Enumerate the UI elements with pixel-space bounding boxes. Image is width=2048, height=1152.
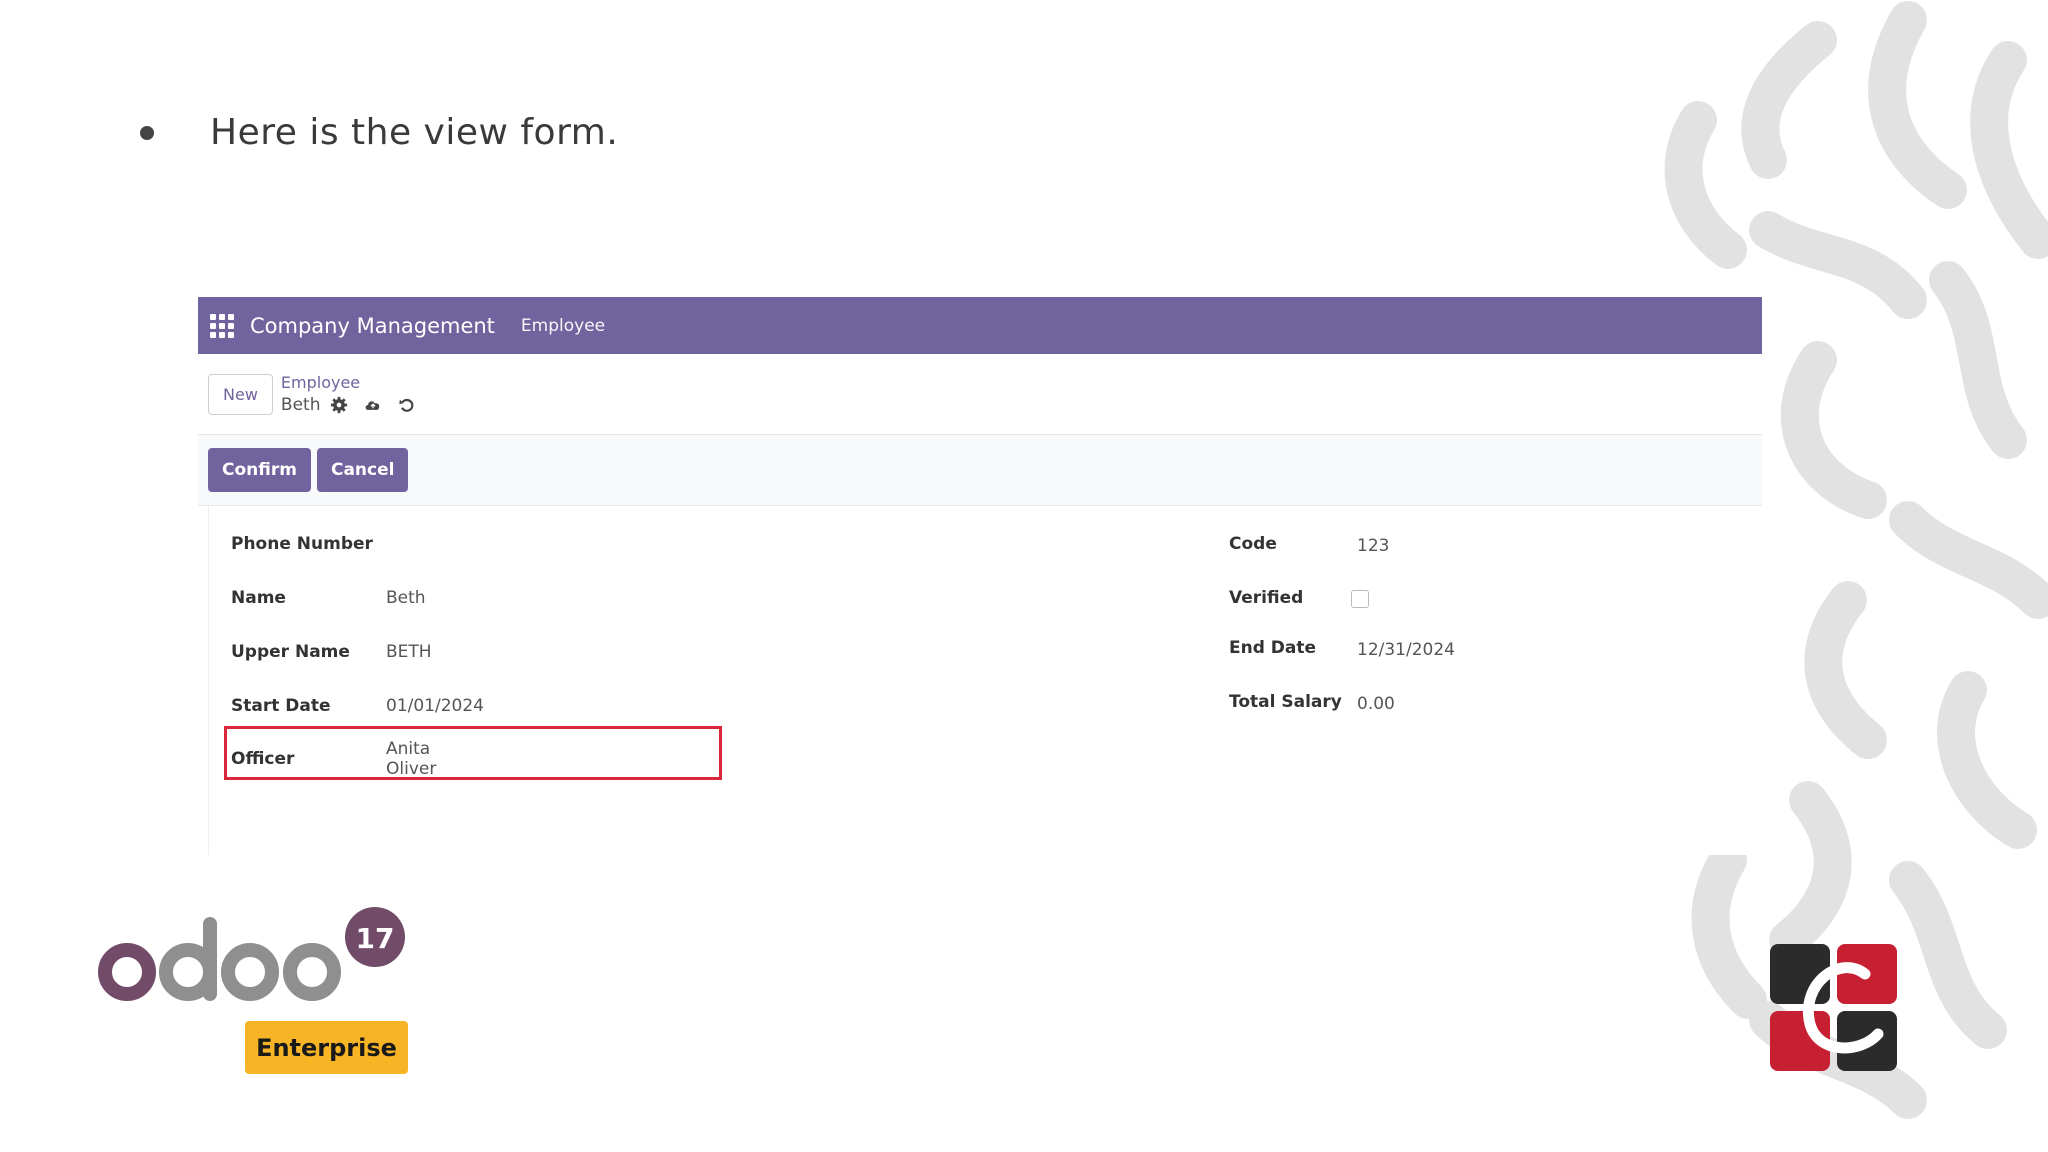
field-label: Code <box>1229 534 1277 554</box>
enterprise-badge: Enterprise <box>245 1021 408 1074</box>
field-value[interactable]: Beth <box>386 588 426 608</box>
verified-checkbox[interactable] <box>1351 590 1369 608</box>
field-verified: Verified <box>1229 578 1369 618</box>
field-value[interactable]: 01/01/2024 <box>386 696 484 716</box>
field-start-date: Start Date 01/01/2024 <box>231 686 484 726</box>
undo-icon[interactable] <box>398 396 416 414</box>
cloud-save-icon[interactable] <box>364 396 382 414</box>
apps-grid-icon[interactable] <box>210 313 234 338</box>
gear-icon[interactable] <box>330 396 348 414</box>
breadcrumb-current: Beth <box>280 395 321 415</box>
status-bar: Confirm Cancel <box>198 435 1762 506</box>
navbar-menu-employee[interactable]: Employee <box>521 316 605 336</box>
navbar-app-name[interactable]: Company Management <box>250 314 495 338</box>
field-label: Start Date <box>231 696 331 716</box>
control-panel: New Employee Beth <box>198 354 1762 435</box>
odoo-version-label: 17 <box>356 922 395 955</box>
breadcrumb-current-row: Beth <box>281 394 433 416</box>
field-name: Name Beth <box>231 578 426 618</box>
bullet-dot-icon <box>140 125 154 140</box>
officer-highlight-box <box>224 726 722 780</box>
odoo-form-screenshot: Company Management Employee New Employee… <box>198 297 1762 855</box>
field-end-date: End Date 12/31/2024 <box>1229 628 1455 668</box>
field-label: End Date <box>1229 638 1317 658</box>
field-label: Verified <box>1229 588 1304 608</box>
field-value[interactable]: 123 <box>1357 536 1389 556</box>
breadcrumb-parent-link[interactable]: Employee <box>281 372 433 394</box>
field-value[interactable]: 12/31/2024 <box>1357 640 1455 660</box>
field-label: Officer <box>231 749 295 769</box>
field-upper-name: Upper Name BETH <box>231 632 432 672</box>
field-officer: Officer Anita Oliver <box>231 739 436 779</box>
field-code: Code 123 <box>1229 524 1389 564</box>
field-label: Phone Number <box>231 534 373 554</box>
top-navbar: Company Management Employee <box>198 297 1762 354</box>
bullet-text: Here is the view form. <box>210 112 619 153</box>
field-label: Upper Name <box>231 642 350 662</box>
slide-bullet: Here is the view form. <box>140 112 618 153</box>
field-label: Name <box>231 588 286 608</box>
cybrosys-logo-icon <box>1770 944 1897 1071</box>
field-value[interactable]: Anita Oliver <box>386 739 436 779</box>
field-total-salary: Total Salary 0.00 <box>1229 682 1395 722</box>
cancel-button[interactable]: Cancel <box>316 448 409 492</box>
confirm-button[interactable]: Confirm <box>208 448 311 492</box>
field-phone-number: Phone Number <box>231 524 373 564</box>
breadcrumb: Employee Beth <box>281 372 433 416</box>
field-value[interactable]: 0.00 <box>1357 694 1395 714</box>
new-button[interactable]: New <box>208 373 273 415</box>
field-value[interactable]: BETH <box>386 642 432 662</box>
form-sheet: Phone Number Name Beth Upper Name BETH S… <box>208 506 1762 855</box>
field-label: Total Salary <box>1229 692 1342 712</box>
